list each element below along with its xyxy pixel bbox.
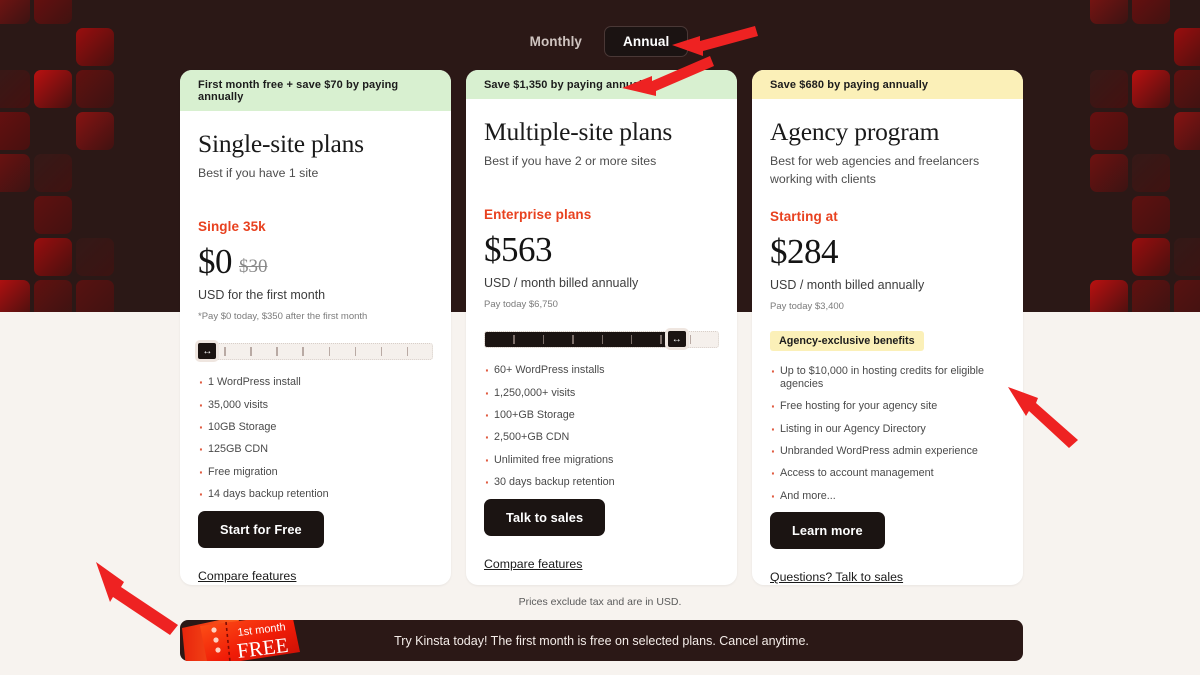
feature-item: 14 days backup retention [198,486,433,510]
slider-handle[interactable]: ↔ [195,340,220,363]
card-cta-button[interactable]: Start for Free [198,510,324,548]
price-amount: $0 [198,242,233,282]
card-cta-area: Start for Free Compare features [198,510,433,585]
free-ticket-graphic: 1st month FREE [182,620,300,661]
price-amount: $284 [770,231,839,271]
feature-item: 30 days backup retention [484,474,719,498]
feature-item: 10GB Storage [198,419,433,443]
plan-name: Single 35k [198,219,266,235]
toggle-option-monthly[interactable]: Monthly [512,27,600,56]
slider-ticks [198,343,433,360]
feature-item: 100+GB Storage [484,407,719,431]
card-savings-banner: Save $680 by paying annually [752,70,1023,99]
price-unit: USD / month billed annually [770,277,925,292]
card-cta-area: Learn more Questions? Talk to sales [770,512,1005,585]
price-note: Pay today $6,750 [484,299,558,311]
price-row: $563 [484,232,719,267]
pricing-card: Save $1,350 by paying annually Multiple-s… [466,70,737,585]
feature-item: Free hosting for your agency site [770,398,1005,422]
card-title: Agency program [770,117,940,146]
promo-banner[interactable]: 1st month FREE Try Kinsta today! The fir… [180,620,1023,661]
price-row: $0 $30 [198,244,433,279]
price-note: *Pay $0 today, $350 after the first mont… [198,311,368,323]
card-savings-banner: First month free + save $70 by paying an… [180,70,451,111]
price-amount: $563 [484,230,553,270]
feature-item: 125GB CDN [198,441,433,465]
price-unit: USD for the first month [198,288,326,303]
price-row: $284 [770,234,1005,269]
card-subtitle: Best if you have 1 site [198,166,319,181]
pricing-cards: First month free + save $70 by paying an… [180,70,1023,585]
feature-list: 1 WordPress install35,000 visits10GB Sto… [198,374,433,511]
exclusive-benefits-badge: Agency-exclusive benefits [770,330,924,351]
feature-item: 1,250,000+ visits [484,384,719,409]
card-cta-area: Talk to sales Compare features [484,498,719,585]
feature-list: 60+ WordPress installs1,250,000+ visits1… [484,362,719,499]
card-subtitle: Best if you have 2 or more sites [484,154,657,169]
slider-handle[interactable]: ↔ [664,328,689,351]
original-price: $30 [239,256,268,278]
card-savings-banner: Save $1,350 by paying annually [466,70,737,99]
plan-name: Enterprise plans [484,207,592,223]
card-cta-button[interactable]: Talk to sales [484,498,606,536]
feature-item: 35,000 visits [198,396,433,421]
promo-text: Try Kinsta today! The first month is fre… [394,633,809,648]
pricing-card: First month free + save $70 by paying an… [180,70,451,585]
feature-item: Free migration [198,464,433,488]
toggle-option-annual[interactable]: Annual [604,26,689,57]
billing-toggle: Monthly Annual [0,26,1200,57]
feature-item: Listing in our Agency Directory [770,421,1005,445]
feature-item: 1 WordPress install [198,374,433,398]
card-title: Multiple-site plans [484,117,673,146]
card-title: Single-site plans [198,129,364,158]
feature-item: Unlimited free migrations [484,452,719,476]
price-note: Pay today $3,400 [770,300,844,312]
card-cta-button[interactable]: Learn more [770,512,885,550]
card-secondary-link[interactable]: Compare features [198,569,433,583]
price-footnote: Prices exclude tax and are in USD. [518,596,682,608]
feature-item: Up to $10,000 in hosting credits for eli… [770,363,1005,400]
card-secondary-link[interactable]: Compare features [484,557,719,571]
feature-list: Up to $10,000 in hosting credits for eli… [770,363,1005,513]
plan-name: Starting at [770,208,838,224]
plan-size-slider[interactable]: ↔ [484,328,719,351]
card-subtitle: Best for web agencies and freelancers wo… [770,154,980,186]
feature-item: 2,500+GB CDN [484,429,719,453]
feature-item: Unbranded WordPress admin experience [770,443,1005,467]
feature-item: Access to account management [770,465,1005,489]
feature-item: And more... [770,488,1005,512]
card-secondary-link[interactable]: Questions? Talk to sales [770,570,1005,584]
pricing-card: Save $680 by paying annually Agency progr… [752,70,1023,585]
price-unit: USD / month billed annually [484,276,639,291]
plan-size-slider[interactable]: ↔ [195,340,433,363]
feature-item: 60+ WordPress installs [484,362,719,386]
